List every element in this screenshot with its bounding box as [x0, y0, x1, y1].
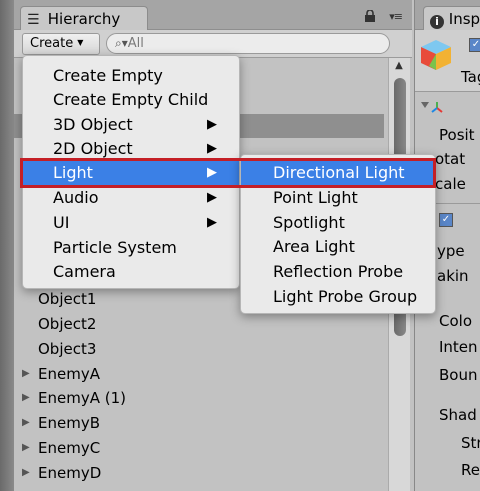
list-item-label: EnemyA (1) [38, 389, 126, 407]
list-item[interactable]: ▶ EnemyA (1) [14, 386, 384, 410]
menu-item-label: Create Empty Child [53, 90, 209, 109]
search-placeholder: All [127, 36, 144, 51]
chevron-down-icon: ▼ [77, 38, 84, 47]
hierarchy-tab-label: Hierarchy [47, 10, 121, 28]
cube-icon [421, 40, 451, 70]
submenu-arrow-icon: ▶ [207, 190, 217, 205]
list-item-label: EnemyA [38, 365, 100, 383]
inspector-tab[interactable]: i Insp [423, 6, 480, 30]
list-item[interactable]: ▶ EnemyA [14, 362, 384, 386]
menu-item-light-probe-group[interactable]: Light Probe Group [241, 285, 435, 309]
menu-item-light[interactable]: Light ▶ [23, 161, 239, 185]
menu-item-particle-system[interactable]: Particle System [23, 236, 239, 260]
light-enabled-checkbox[interactable]: ✓ [439, 213, 453, 227]
list-item-label: Object2 [38, 315, 97, 333]
scale-label: cale [435, 175, 466, 193]
position-label: Posit [439, 126, 475, 144]
menu-item-2d-object[interactable]: 2D Object ▶ [23, 137, 239, 161]
list-item-label: EnemyD [38, 464, 102, 482]
panel-menu-icon[interactable]: ▾≡ [389, 10, 403, 23]
list-item-label: EnemyC [38, 439, 101, 457]
menu-item-directional-light[interactable]: Directional Light [241, 161, 435, 185]
strength-label: Str [461, 434, 480, 452]
menu-item-label: Particle System [53, 238, 177, 257]
create-menu: Create Empty Create Empty Child 3D Objec… [22, 55, 240, 289]
shadow-type-label: Shad [439, 406, 477, 424]
baking-label: akin [437, 267, 469, 285]
menu-item-label: Point Light [273, 188, 358, 207]
menu-item-reflection-probe[interactable]: Reflection Probe [241, 260, 435, 284]
inspector-tab-bar: i Insp [415, 0, 480, 30]
hierarchy-tab[interactable]: ☰ Hierarchy [20, 6, 148, 30]
scroll-up-arrow-icon[interactable]: ▲ [388, 60, 410, 76]
intensity-label: Inten [439, 338, 478, 356]
expand-arrow-icon[interactable]: ▶ [22, 386, 30, 410]
create-button[interactable]: Create ▼ [22, 33, 100, 55]
list-item[interactable]: Object2 [14, 312, 384, 336]
rotation-label: otat [435, 150, 466, 168]
menu-item-audio[interactable]: Audio ▶ [23, 186, 239, 210]
menu-item-camera[interactable]: Camera [23, 260, 239, 284]
list-icon: ☰ [27, 12, 40, 28]
expand-arrow-icon[interactable]: ▶ [22, 436, 30, 460]
list-item[interactable]: Object3 [14, 337, 384, 361]
scene-view-edge [0, 0, 14, 491]
info-icon: i [430, 15, 444, 29]
create-button-label: Create [30, 36, 74, 51]
search-input[interactable]: ⌕▾All [106, 33, 390, 54]
list-item[interactable]: ▶ EnemyB [14, 411, 384, 435]
type-label: ype [437, 242, 465, 260]
menu-item-spotlight[interactable]: Spotlight [241, 211, 435, 235]
expand-arrow-icon[interactable]: ▶ [22, 461, 30, 485]
list-item-label: Object1 [38, 290, 97, 308]
bounce-label: Boun [439, 366, 478, 384]
tag-label: Tag [461, 68, 480, 86]
menu-item-label: UI [53, 213, 70, 232]
inspector-tab-label: Insp [448, 10, 480, 28]
expand-arrow-icon[interactable]: ▶ [22, 411, 30, 435]
menu-item-point-light[interactable]: Point Light [241, 186, 435, 210]
menu-item-label: Create Empty [53, 66, 163, 85]
menu-item-label: Area Light [273, 237, 355, 256]
menu-item-create-empty-child[interactable]: Create Empty Child [23, 88, 239, 112]
active-checkbox[interactable]: ✓ [469, 38, 480, 52]
inspector-header: ✓ Tag [415, 30, 480, 92]
menu-item-label: Light Probe Group [273, 287, 418, 306]
transform-icon [421, 102, 443, 113]
menu-item-label: Directional Light [273, 163, 405, 182]
hierarchy-tab-bar: ☰ Hierarchy ▾≡ [14, 0, 412, 30]
menu-item-area-light[interactable]: Area Light [241, 235, 435, 259]
hierarchy-toolbar: Create ▼ ⌕▾All [14, 30, 412, 58]
light-submenu: Directional Light Point Light Spotlight … [240, 154, 436, 314]
submenu-arrow-icon: ▶ [207, 165, 217, 180]
list-item[interactable]: ▶ EnemyD [14, 461, 384, 485]
submenu-arrow-icon: ▶ [207, 141, 217, 156]
menu-item-label: Audio [53, 188, 99, 207]
menu-item-label: Reflection Probe [273, 262, 404, 281]
menu-item-ui[interactable]: UI ▶ [23, 211, 239, 235]
menu-item-create-empty[interactable]: Create Empty [23, 64, 239, 88]
menu-item-label: Light [53, 163, 93, 182]
list-item[interactable]: ▶ EnemyC [14, 436, 384, 460]
list-item-label: Object3 [38, 340, 97, 358]
expand-arrow-icon[interactable]: ▶ [22, 362, 30, 386]
submenu-arrow-icon: ▶ [207, 117, 217, 132]
resolution-label: Re [461, 461, 480, 479]
menu-item-label: 3D Object [53, 115, 133, 134]
color-label: Colo [439, 312, 472, 330]
menu-item-label: Spotlight [273, 213, 345, 232]
menu-item-label: 2D Object [53, 139, 133, 158]
menu-item-3d-object[interactable]: 3D Object ▶ [23, 113, 239, 137]
list-item-label: EnemyB [38, 414, 100, 432]
submenu-arrow-icon: ▶ [207, 215, 217, 230]
search-icon: ⌕▾ [115, 36, 128, 50]
menu-item-label: Camera [53, 262, 116, 281]
lock-icon[interactable] [364, 10, 376, 22]
